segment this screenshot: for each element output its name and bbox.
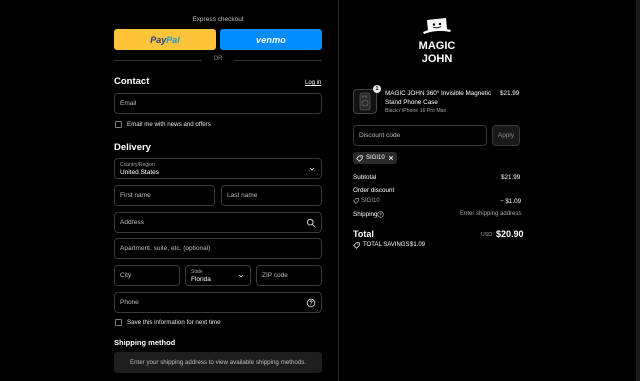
apply-label: Apply [497, 132, 515, 139]
shipping-method-heading: Shipping method [114, 338, 176, 347]
currency-code: USD [481, 232, 492, 238]
shipping-value: Enter shipping address [460, 211, 522, 217]
applied-code: SIGI10 [361, 198, 380, 204]
country-select[interactable]: Country/Region United States [114, 158, 322, 179]
venmo-button[interactable]: venmo [220, 29, 322, 50]
total-savings-value: $1.09 [410, 242, 426, 248]
subtotal-value: $21.99 [501, 174, 521, 181]
search-icon [306, 218, 316, 228]
discount-chip: SIGI10 [353, 152, 397, 164]
city-placeholder: City [120, 272, 132, 279]
checkout-page: Express checkout Pay Pal venmo OR Contact… [0, 0, 640, 381]
express-checkout-title: Express checkout [192, 16, 244, 23]
state-label: State [191, 269, 203, 275]
city-field[interactable]: City [114, 265, 180, 286]
chevron-down-icon [238, 274, 244, 278]
chevron-down-icon [309, 167, 315, 171]
total-value: $20.90 [496, 229, 524, 239]
shipping-method-text: Enter your shipping address to view avai… [129, 359, 307, 366]
scrollbar-track[interactable] [636, 0, 640, 381]
venmo-logo: venmo [255, 34, 286, 45]
close-icon[interactable] [388, 155, 394, 161]
subtotal-label: Subtotal [353, 174, 377, 181]
news-checkbox-label: Email me with news and offers [127, 121, 211, 128]
product-price: $21.99 [500, 90, 520, 97]
apartment-placeholder: Apartment, suite, etc. (optional) [120, 245, 211, 252]
discount-code-field[interactable]: Discount code [353, 125, 487, 146]
help-icon[interactable] [377, 211, 384, 218]
savings-tag-icon [353, 242, 360, 249]
address-field[interactable]: Address [114, 212, 322, 233]
email-field[interactable]: Email [114, 93, 322, 114]
tag-icon [356, 154, 363, 162]
paypal-logo-pal: Pal [166, 34, 180, 45]
discount-amount: − $1.09 [500, 198, 522, 205]
discount-code-placeholder: Discount code [359, 132, 401, 139]
product-title-line1: MAGIC JOHN 360° Invisible Magnetic [385, 90, 492, 97]
logo-text-john: JOHN [422, 53, 453, 65]
scrollbar-thumb[interactable] [636, 0, 640, 381]
product-title-line2: Stand Phone Case [385, 99, 438, 106]
first-name-placeholder: First name [120, 192, 151, 199]
phone-field[interactable]: Phone [114, 292, 322, 313]
paypal-logo-pay: Pay [150, 34, 167, 45]
country-value: United States [120, 169, 160, 176]
zip-field[interactable]: ZIP code [256, 265, 322, 286]
state-select[interactable]: State Florida [185, 265, 251, 286]
product-variant: Black / iPhone 16 Pro Max [385, 108, 447, 114]
contact-heading: Contact [114, 76, 150, 87]
zip-placeholder: ZIP code [262, 272, 288, 279]
shipping-method-message: Enter your shipping address to view avai… [114, 352, 322, 373]
magic-john-logo[interactable]: MAGIC JOHN [414, 16, 460, 68]
apply-discount-button[interactable]: Apply [492, 125, 520, 146]
total-label: Total [353, 229, 374, 239]
paypal-button[interactable]: Pay Pal [114, 29, 216, 50]
first-name-field[interactable]: First name [114, 185, 215, 206]
login-link[interactable]: Log in [305, 80, 321, 86]
last-name-placeholder: Last name [227, 192, 258, 199]
help-icon[interactable] [306, 298, 316, 308]
apartment-field[interactable]: Apartment, suite, etc. (optional) [114, 238, 322, 259]
save-info-label: Save this information for next time [127, 319, 221, 326]
save-info-checkbox[interactable] [115, 319, 122, 326]
phone-placeholder: Phone [120, 299, 139, 306]
email-placeholder: Email [120, 100, 137, 107]
news-checkbox[interactable] [115, 121, 122, 128]
state-value: Florida [191, 276, 211, 283]
logo-text-magic: MAGIC [419, 40, 456, 52]
or-divider-right [234, 60, 322, 61]
quantity-badge: 1 [373, 85, 381, 93]
last-name-field[interactable]: Last name [221, 185, 322, 206]
phone-case-image [359, 92, 371, 111]
product-thumbnail [353, 89, 377, 114]
discount-chip-code: SIGI10 [366, 155, 385, 161]
country-label: Country/Region [120, 162, 155, 168]
total-savings-label: TOTAL SAVINGS [363, 242, 410, 248]
order-discount-label: Order discount [353, 187, 395, 194]
tag-icon [353, 198, 359, 204]
shipping-label: Shipping [353, 211, 378, 218]
or-divider-left [114, 60, 202, 61]
delivery-heading: Delivery [114, 142, 151, 153]
or-divider-label: OR [213, 56, 223, 62]
address-placeholder: Address [120, 219, 144, 226]
